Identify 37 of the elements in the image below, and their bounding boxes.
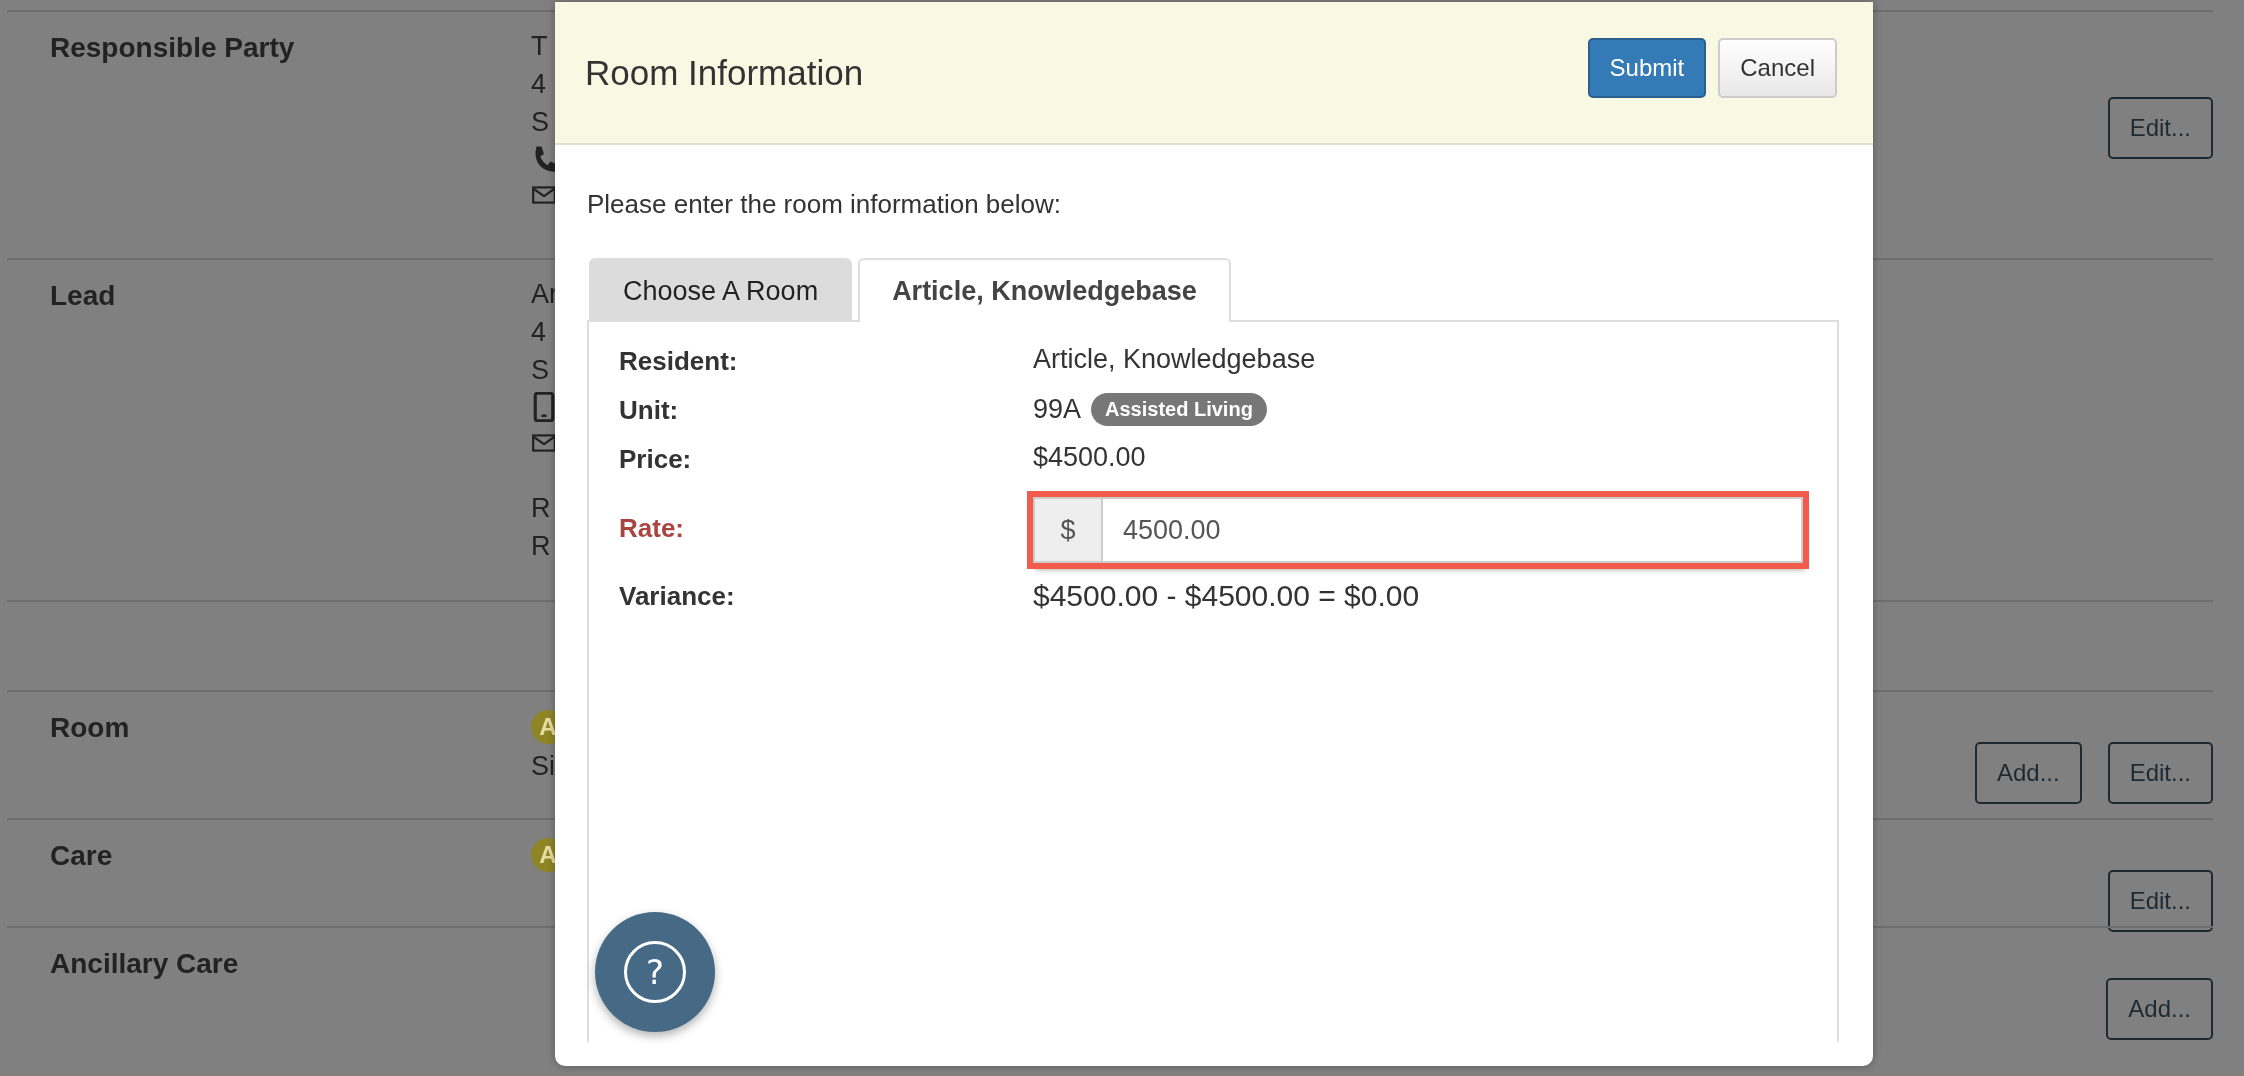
cancel-button[interactable]: Cancel: [1718, 38, 1837, 98]
field-label: Rate:: [619, 512, 685, 544]
section-value: 4: [531, 316, 547, 348]
section-button[interactable]: Edit...: [2107, 870, 2213, 932]
section-label: Responsible Party: [49, 31, 296, 64]
submit-button[interactable]: Submit: [1587, 38, 1707, 98]
instruction-text: Please enter the room information below:: [587, 189, 1063, 220]
field-value: $4500.00: [1033, 442, 1146, 473]
field-value: Article, Knowledgebase: [1033, 344, 1316, 375]
section-button[interactable]: Edit...: [2107, 97, 2213, 159]
section-value: Ar: [531, 278, 558, 310]
tab[interactable]: Article, Knowledgebase: [858, 258, 1231, 322]
tab[interactable]: Choose A Room: [589, 258, 853, 322]
section-value: R: [531, 492, 551, 524]
section-value: 4: [531, 68, 547, 100]
mobile-phone-icon: [531, 392, 557, 422]
unit-type-badge: Assisted Living: [1091, 393, 1267, 426]
section-value: Si: [531, 750, 555, 782]
field-label: Resident:: [619, 345, 739, 377]
field-value: 99A: [1033, 394, 1082, 425]
section-label: Ancillary Care: [49, 947, 240, 980]
field-label: Price:: [619, 443, 693, 475]
section-value: R: [531, 530, 551, 562]
section-value: S: [531, 106, 549, 138]
section-value: S: [531, 354, 549, 386]
field-label: Variance:: [619, 580, 736, 612]
field-label: Unit:: [619, 394, 680, 426]
section-button[interactable]: Edit...: [2107, 742, 2213, 804]
section-button[interactable]: Add...: [1974, 742, 2082, 804]
section-label: Room: [49, 711, 131, 744]
field-value: $4500.00 - $4500.00 = $0.00: [1033, 579, 1420, 613]
section-label: Lead: [49, 279, 117, 312]
section-label: Care: [49, 839, 114, 872]
dialog-title: Room Information: [585, 52, 864, 93]
currency-prefix: $: [1035, 499, 1103, 561]
section-value: T: [531, 30, 548, 62]
section-button[interactable]: Add...: [2106, 978, 2213, 1040]
